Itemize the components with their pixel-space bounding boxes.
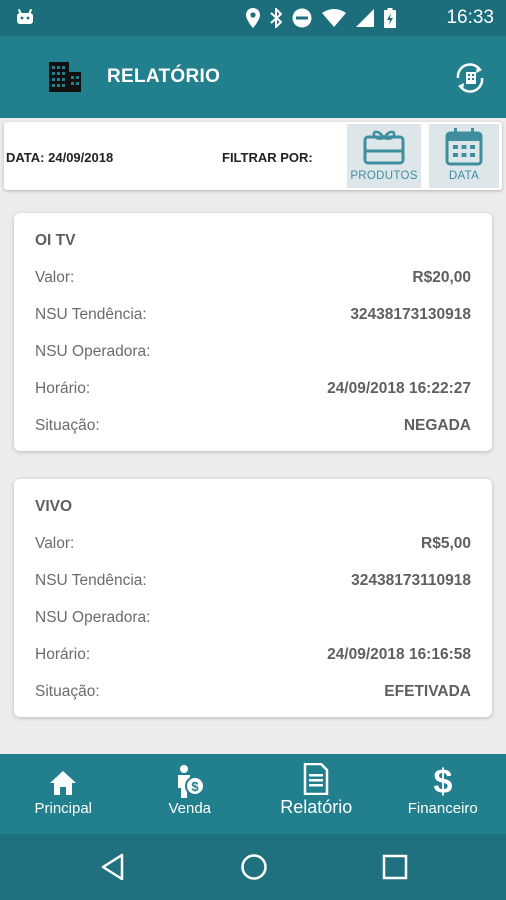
- nav-label-relatorio: Relatório: [280, 797, 353, 817]
- nsu-tendencia-value: 32438173130918: [350, 306, 471, 323]
- calendar-icon: [445, 128, 483, 166]
- person-money-icon: $: [177, 765, 205, 798]
- valor-label: Valor:: [35, 535, 75, 552]
- horario-label: Horário:: [35, 380, 91, 397]
- filter-bar: DATA: 24/09/2018 FILTRAR POR: PRODUTOS D…: [4, 122, 502, 190]
- filter-data-label: DATA: [448, 170, 480, 182]
- svg-text:$: $: [191, 779, 199, 794]
- horario-value: 24/09/2018 16:16:58: [327, 646, 471, 663]
- filter-data-button[interactable]: DATA: [429, 124, 499, 188]
- horario-value: 24/09/2018 16:22:27: [327, 380, 471, 397]
- bottom-nav: Principal $ Venda Relatório $ Financeiro: [0, 754, 506, 834]
- nav-label-principal: Principal: [34, 800, 93, 817]
- situacao-value: NEGADA: [403, 417, 471, 434]
- situacao-label: Situação:: [35, 683, 100, 700]
- transaction-card[interactable]: VIVO Valor: R$5,00 NSU Tendência: 324381…: [14, 479, 492, 717]
- nav-label-financeiro: Financeiro: [407, 800, 478, 817]
- nsu-tendencia-label: NSU Tendência:: [35, 572, 147, 589]
- dnd-icon: [292, 8, 312, 28]
- bluetooth-icon: [270, 8, 282, 28]
- signal-icon: [356, 9, 374, 27]
- valor-value: R$20,00: [412, 269, 471, 286]
- horario-label: Horário:: [35, 646, 91, 663]
- nav-item-principal[interactable]: Principal: [0, 754, 127, 834]
- nsu-operadora-label: NSU Operadora:: [35, 343, 151, 360]
- dollar-icon: $: [433, 763, 452, 798]
- sync-icon[interactable]: [450, 58, 490, 98]
- valor-value: R$5,00: [421, 535, 471, 552]
- android-icon: [17, 9, 33, 24]
- battery-icon: [384, 8, 396, 28]
- location-icon: [246, 8, 260, 28]
- card-title: VIVO: [35, 498, 73, 515]
- wifi-icon: [322, 9, 346, 27]
- nav-item-financeiro[interactable]: $ Financeiro: [380, 754, 506, 834]
- document-icon: [304, 763, 329, 795]
- filter-produtos-button[interactable]: PRODUTOS: [347, 124, 421, 188]
- app-bar: RELATÓRIO: [0, 36, 506, 118]
- valor-label: Valor:: [35, 269, 75, 286]
- nsu-tendencia-value: 32438173110918: [351, 572, 471, 589]
- home-circle-icon[interactable]: [240, 853, 268, 881]
- recents-icon[interactable]: [382, 854, 408, 880]
- nav-item-relatorio[interactable]: Relatório: [253, 754, 380, 834]
- back-icon[interactable]: [100, 853, 126, 881]
- transaction-card[interactable]: OI TV Valor: R$20,00 NSU Tendência: 3243…: [14, 213, 492, 451]
- building-icon: [49, 62, 81, 92]
- filter-label: FILTRAR POR:: [222, 150, 313, 165]
- filter-produtos-label: PRODUTOS: [350, 170, 418, 182]
- nav-item-venda[interactable]: $ Venda: [127, 754, 254, 834]
- nsu-operadora-label: NSU Operadora:: [35, 609, 151, 626]
- status-clock: 16:33: [446, 7, 494, 28]
- home-icon: [50, 771, 77, 795]
- nsu-tendencia-label: NSU Tendência:: [35, 306, 147, 323]
- status-bar: 16:33: [0, 0, 506, 36]
- date-label: DATA: 24/09/2018: [6, 150, 114, 165]
- card-title: OI TV: [35, 232, 76, 249]
- situacao-value: EFETIVADA: [384, 683, 471, 700]
- svg-text:$: $: [433, 763, 452, 798]
- gift-card-icon: [363, 130, 405, 165]
- page-title: RELATÓRIO: [107, 66, 221, 87]
- nav-label-venda: Venda: [168, 800, 212, 817]
- situacao-label: Situação:: [35, 417, 100, 434]
- system-nav-bar: [0, 834, 506, 900]
